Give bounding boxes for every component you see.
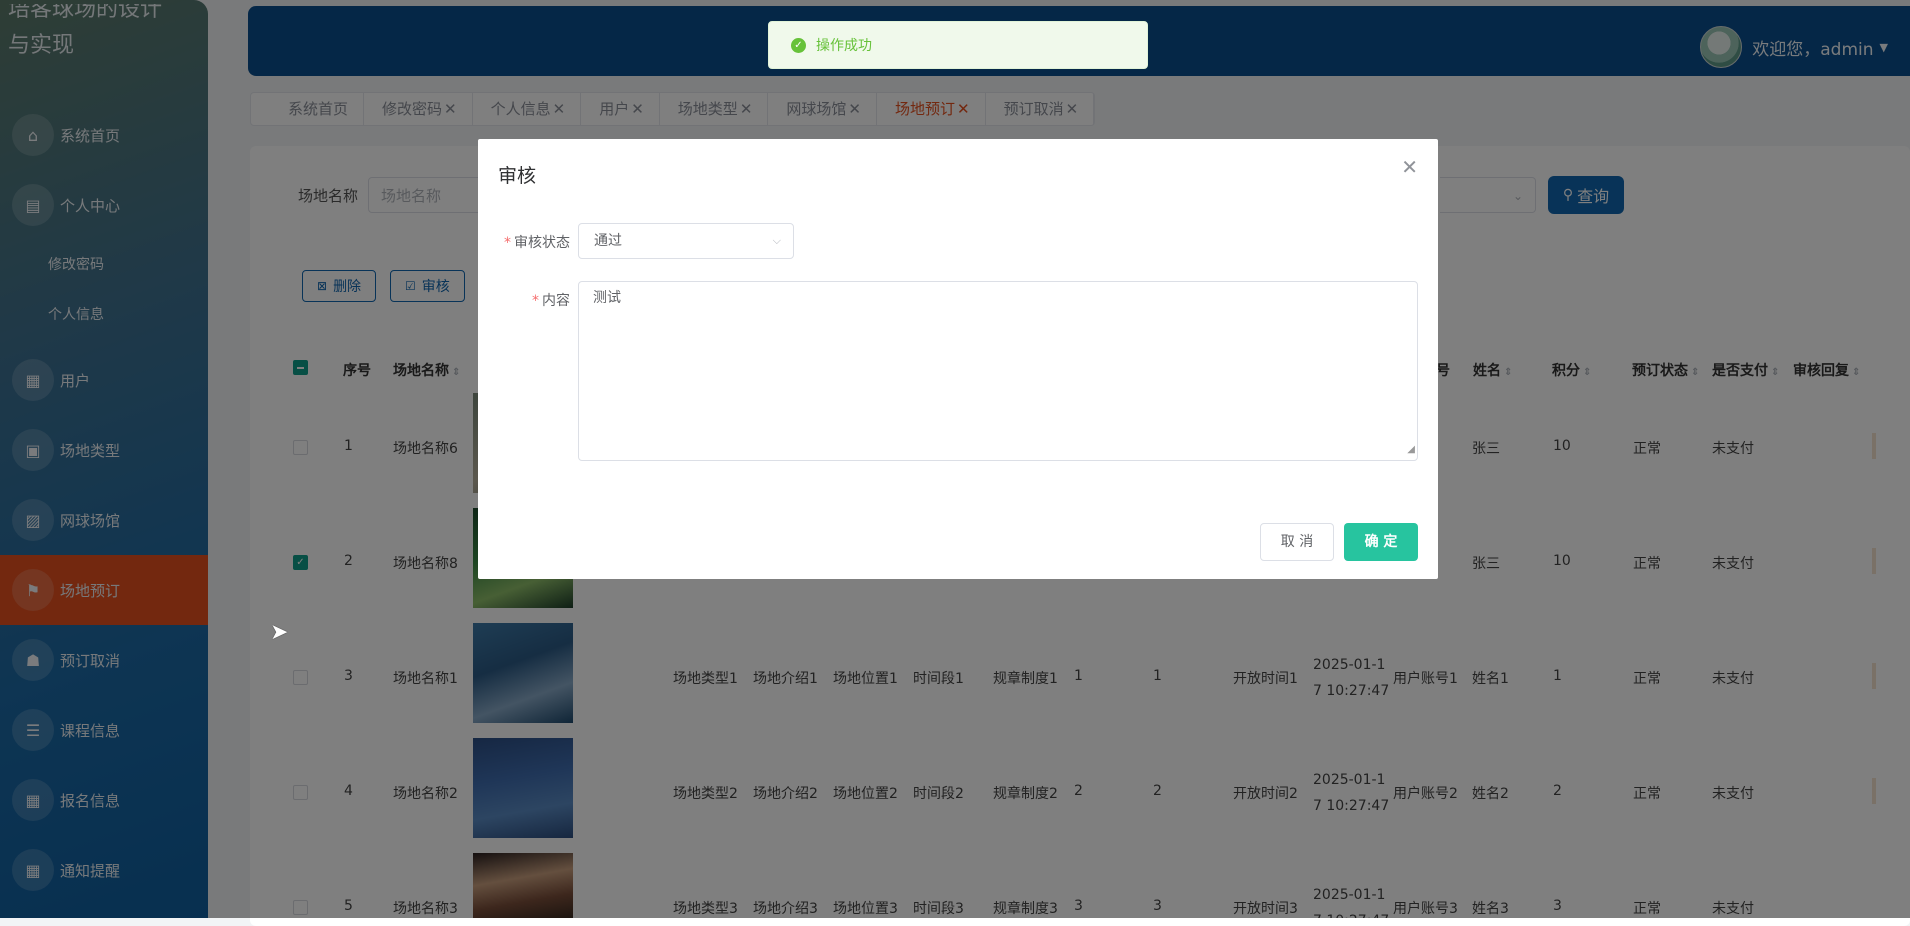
confirm-button[interactable]: 确 定	[1344, 523, 1418, 561]
content-label: * 内容	[532, 293, 570, 309]
mouse-cursor-icon: ➤	[270, 620, 289, 645]
close-icon[interactable]: ✕	[1401, 155, 1418, 179]
success-toast: ✓ 操作成功	[768, 21, 1148, 69]
chevron-down-icon: ⌵	[772, 234, 781, 247]
review-dialog: 审核 ✕ * 审核状态 通过 ⌵ * 内容 测试 ◢ 取 消 确 定	[478, 139, 1438, 579]
check-circle-icon: ✓	[791, 37, 806, 53]
cancel-button[interactable]: 取 消	[1260, 523, 1334, 561]
review-content-textarea[interactable]: 测试 ◢	[578, 281, 1418, 461]
review-status-select[interactable]: 通过 ⌵	[578, 223, 794, 259]
status-label: * 审核状态	[504, 235, 570, 251]
resize-grip-icon[interactable]: ◢	[1407, 440, 1415, 460]
dialog-title: 审核	[498, 165, 537, 187]
